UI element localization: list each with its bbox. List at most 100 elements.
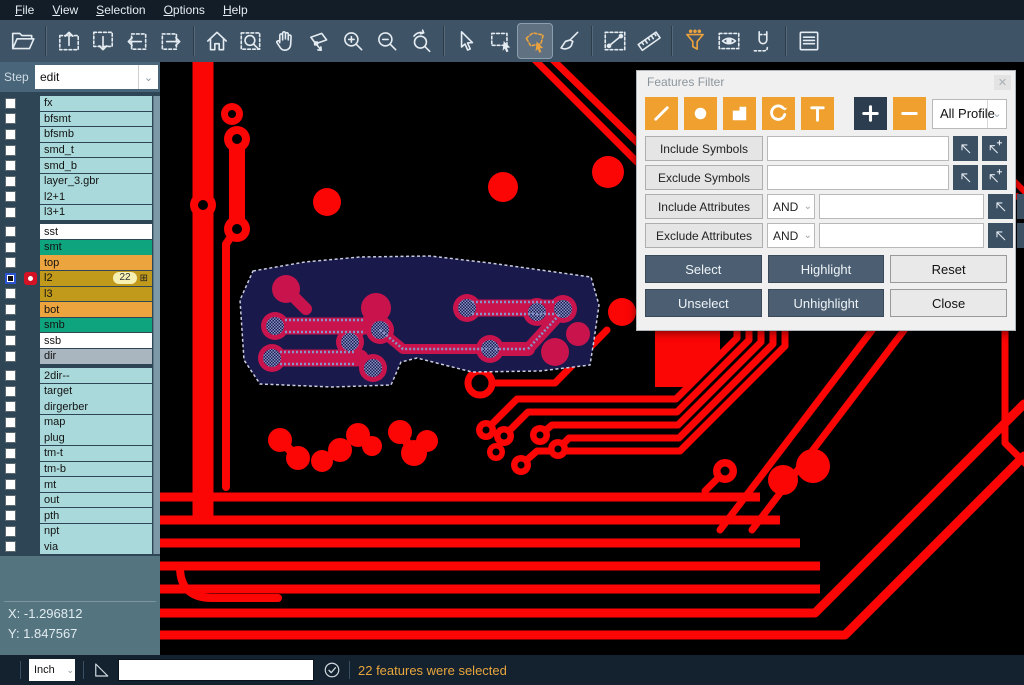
- dialog-title-bar[interactable]: Features Filter ✕: [637, 71, 1015, 93]
- layer-visibility-checkbox[interactable]: [0, 273, 20, 284]
- unselect-button[interactable]: Unselect: [645, 289, 762, 317]
- layer-row[interactable]: dirgerber: [0, 399, 160, 414]
- pick-arrow-plus-icon[interactable]: [1017, 194, 1024, 219]
- layer-row[interactable]: smd_b: [0, 158, 160, 173]
- layer-row[interactable]: sst: [0, 224, 160, 239]
- filter-line-button[interactable]: [645, 97, 678, 130]
- layer-chip[interactable]: plug: [40, 430, 152, 445]
- menu-help[interactable]: Help: [214, 1, 257, 19]
- layer-chip[interactable]: out: [40, 493, 152, 508]
- layer-chip[interactable]: smb: [40, 318, 152, 333]
- layer-row[interactable]: out: [0, 493, 160, 508]
- layer-chip[interactable]: target: [40, 384, 152, 399]
- layer-visibility-checkbox[interactable]: [0, 242, 20, 253]
- include-attributes-button[interactable]: Include Attributes: [645, 194, 763, 219]
- filter-text-button[interactable]: [801, 97, 834, 130]
- layer-chip[interactable]: map: [40, 415, 152, 430]
- layer-row[interactable]: l2+1: [0, 189, 160, 204]
- layer-row[interactable]: mt: [0, 477, 160, 492]
- pick-arrow-icon[interactable]: [953, 136, 978, 161]
- layer-chip[interactable]: dirgerber: [40, 399, 152, 414]
- layer-chip[interactable]: pth: [40, 508, 152, 523]
- layer-chip[interactable]: ssb: [40, 333, 152, 348]
- layer-visibility-checkbox[interactable]: [0, 257, 20, 268]
- layer-visibility-checkbox[interactable]: [0, 160, 20, 171]
- close-icon[interactable]: ✕: [994, 75, 1011, 90]
- layer-visibility-checkbox[interactable]: [0, 463, 20, 474]
- measure-line-icon[interactable]: [598, 24, 632, 58]
- exclude-attributes-operator-select[interactable]: AND⌄: [767, 223, 815, 248]
- layer-visibility-checkbox[interactable]: [0, 113, 20, 124]
- measure-ruler-icon[interactable]: [632, 24, 666, 58]
- layer-row[interactable]: smb: [0, 318, 160, 333]
- layer-chip[interactable]: 2dir--: [40, 368, 152, 383]
- layer-row[interactable]: l2 22 ⊞: [0, 271, 160, 286]
- snap-icon[interactable]: [746, 24, 780, 58]
- layer-chip[interactable]: smd_t: [40, 143, 152, 158]
- select-arrow-icon[interactable]: [450, 24, 484, 58]
- layer-visibility-checkbox[interactable]: [0, 207, 20, 218]
- layer-chip[interactable]: layer_3.gbr: [40, 174, 152, 189]
- exclude-attributes-input[interactable]: [819, 223, 984, 248]
- layer-chip[interactable]: npt: [40, 524, 152, 539]
- layer-visibility-checkbox[interactable]: [0, 191, 20, 202]
- layer-visibility-checkbox[interactable]: [0, 304, 20, 315]
- layer-row[interactable]: ssb: [0, 333, 160, 348]
- layer-chip[interactable]: l2 22 ⊞: [40, 271, 152, 286]
- view-options-icon[interactable]: [712, 24, 746, 58]
- layer-visibility-checkbox[interactable]: [0, 479, 20, 490]
- layer-row[interactable]: fx: [0, 96, 160, 111]
- layer-chip[interactable]: fx: [40, 96, 152, 111]
- profile-select[interactable]: All Profile ⌄: [932, 99, 1007, 129]
- units-select[interactable]: Inch ⌄: [29, 659, 75, 681]
- filter-pad-button[interactable]: [684, 97, 717, 130]
- layer-visibility-checkbox[interactable]: [0, 541, 20, 552]
- layer-chip[interactable]: top: [40, 255, 152, 270]
- layer-row[interactable]: target: [0, 384, 160, 399]
- filter-arc-button[interactable]: [762, 97, 795, 130]
- layer-visibility-checkbox[interactable]: [0, 226, 20, 237]
- layer-row[interactable]: bfsmb: [0, 127, 160, 142]
- layer-visibility-checkbox[interactable]: [0, 495, 20, 506]
- layer-list-scrollbar[interactable]: [153, 96, 160, 554]
- layer-row[interactable]: map: [0, 415, 160, 430]
- layer-row[interactable]: tm-t: [0, 446, 160, 461]
- layer-visibility-checkbox[interactable]: [0, 351, 20, 362]
- layer-chip[interactable]: bfsmt: [40, 112, 152, 127]
- layer-chip[interactable]: bot: [40, 302, 152, 317]
- pick-arrow-icon[interactable]: [988, 223, 1013, 248]
- layer-row[interactable]: bfsmt: [0, 112, 160, 127]
- zoom-area-icon[interactable]: [234, 24, 268, 58]
- menu-selection[interactable]: Selection: [87, 1, 154, 19]
- apply-check-icon[interactable]: [323, 661, 341, 679]
- select-button[interactable]: Select: [645, 255, 762, 283]
- close-button[interactable]: Close: [890, 289, 1007, 317]
- unhighlight-button[interactable]: Unhighlight: [768, 289, 885, 317]
- layer-chip[interactable]: tm-t: [40, 446, 152, 461]
- shift-right-icon[interactable]: [154, 24, 188, 58]
- select-polygon-icon[interactable]: [518, 24, 552, 58]
- layer-row[interactable]: via: [0, 539, 160, 554]
- layer-row[interactable]: smt: [0, 240, 160, 255]
- layer-row[interactable]: smd_t: [0, 143, 160, 158]
- layer-chip[interactable]: smt: [40, 240, 152, 255]
- menu-file[interactable]: File: [6, 1, 43, 19]
- layer-visibility-checkbox[interactable]: [0, 320, 20, 331]
- layer-visibility-checkbox[interactable]: [0, 129, 20, 140]
- layer-row[interactable]: 2dir--: [0, 368, 160, 383]
- layer-row[interactable]: layer_3.gbr: [0, 174, 160, 189]
- layer-row[interactable]: bot: [0, 302, 160, 317]
- layer-chip[interactable]: dir: [40, 349, 152, 364]
- reset-button[interactable]: Reset: [890, 255, 1007, 283]
- pick-arrow-plus-icon[interactable]: [1017, 223, 1024, 248]
- home-view-icon[interactable]: [200, 24, 234, 58]
- menu-options[interactable]: Options: [155, 1, 214, 19]
- shift-left-icon[interactable]: [120, 24, 154, 58]
- highlight-button[interactable]: Highlight: [768, 255, 885, 283]
- layer-row[interactable]: plug: [0, 430, 160, 445]
- exclude-symbols-button[interactable]: Exclude Symbols: [645, 165, 763, 190]
- exclude-symbols-input[interactable]: [767, 165, 949, 190]
- layer-row[interactable]: pth: [0, 508, 160, 523]
- layer-row[interactable]: tm-b: [0, 462, 160, 477]
- menu-view[interactable]: View: [43, 1, 87, 19]
